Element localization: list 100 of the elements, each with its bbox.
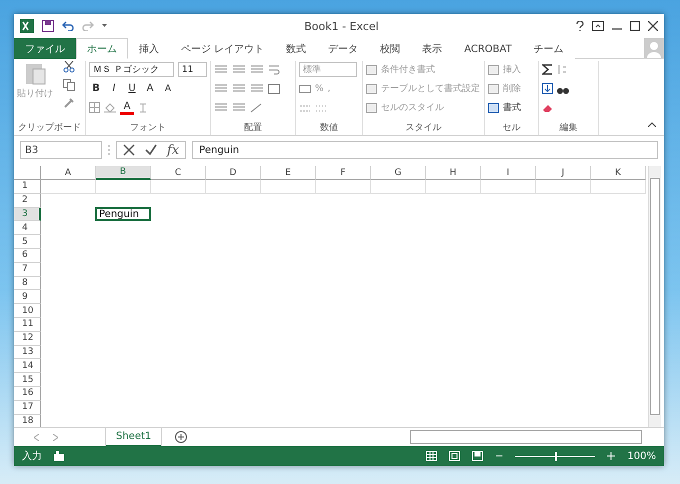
collapse-ribbon-icon[interactable]	[648, 122, 656, 127]
row-header[interactable]: 4	[14, 221, 41, 236]
zoom-thumb[interactable]	[555, 452, 558, 460]
align-bottom-icon[interactable]	[250, 64, 264, 74]
insert-function-button[interactable]: fx	[167, 142, 180, 158]
increase-decimal-icon[interactable]	[299, 102, 311, 112]
cells-icon[interactable]	[488, 84, 499, 94]
row-header[interactable]: 5	[14, 235, 41, 249]
help-icon[interactable]	[576, 21, 584, 31]
undo-icon[interactable]	[62, 21, 74, 31]
column-header[interactable]: D	[206, 166, 261, 180]
vertical-scrollbar[interactable]	[648, 166, 661, 427]
row-header[interactable]: 10	[14, 304, 41, 318]
column-header[interactable]: A	[41, 166, 96, 180]
sheet-tab[interactable]: Sheet1	[106, 428, 162, 446]
zoom-out-button[interactable]: −	[495, 450, 504, 462]
horizontal-scrollbar[interactable]	[410, 430, 642, 444]
row-header[interactable]: 3	[14, 208, 41, 222]
row-header[interactable]: 15	[14, 373, 41, 387]
row-header[interactable]: 12	[14, 332, 41, 346]
file-tab[interactable]: ファイル	[14, 38, 76, 59]
ribbon-tab[interactable]: ホーム	[76, 38, 128, 59]
italic-button[interactable]: I	[107, 83, 121, 94]
cells-icon[interactable]	[488, 64, 499, 74]
row-header[interactable]: 6	[14, 248, 41, 263]
align-left-icon[interactable]	[214, 84, 228, 94]
group-label: スタイル	[404, 122, 442, 135]
borders-icon[interactable]	[89, 102, 100, 113]
eraser-icon[interactable]	[542, 102, 554, 112]
column-header[interactable]: K	[591, 166, 646, 180]
zoom-in-icon[interactable]	[607, 452, 616, 460]
scroll-left-icon[interactable]	[34, 434, 39, 440]
paste-clipboard-icon[interactable]	[24, 61, 46, 85]
row-header[interactable]: 16	[14, 386, 41, 401]
merge-cells-icon[interactable]	[268, 84, 280, 94]
excel-logo-icon[interactable]	[20, 19, 34, 33]
orientation-icon[interactable]	[250, 102, 262, 112]
formula-field[interactable]: Penguin	[192, 141, 658, 159]
normal-view-icon[interactable]	[426, 451, 438, 461]
grow-font-button[interactable]: A	[143, 83, 157, 94]
row-header[interactable]: 2	[14, 194, 41, 208]
cells-icon[interactable]	[488, 102, 499, 112]
fill-bucket-icon[interactable]	[104, 102, 116, 113]
align-middle-icon[interactable]	[232, 64, 246, 74]
cancel-icon[interactable]	[123, 144, 135, 156]
row-header[interactable]: 9	[14, 290, 41, 304]
fill-down-icon[interactable]	[542, 83, 553, 94]
align-center-icon[interactable]	[232, 84, 246, 94]
row-header[interactable]: 18	[14, 414, 41, 427]
page-break-icon[interactable]	[472, 451, 484, 461]
redo-icon[interactable]	[82, 21, 94, 31]
copy-icon[interactable]	[63, 79, 75, 91]
font-size-field[interactable]: 11	[178, 62, 207, 77]
underline-button[interactable]: U	[125, 83, 139, 94]
row-header[interactable]: 11	[14, 318, 41, 332]
scissors-icon[interactable]	[63, 61, 75, 73]
increase-indent-icon[interactable]	[232, 102, 246, 112]
close-icon[interactable]	[648, 21, 658, 31]
name-box[interactable]: B3	[20, 141, 102, 159]
decrease-decimal-icon[interactable]	[315, 102, 327, 112]
row-header[interactable]: 17	[14, 400, 41, 415]
shrink-font-button[interactable]: A	[161, 84, 175, 94]
scroll-right-icon[interactable]	[53, 434, 58, 440]
row-header[interactable]: 8	[14, 276, 41, 290]
row-header[interactable]: 13	[14, 346, 41, 360]
sum-icon[interactable]	[542, 64, 553, 75]
page-layout-icon[interactable]	[449, 451, 460, 461]
font-color-button[interactable]: A	[120, 100, 134, 114]
style-icon[interactable]	[366, 64, 377, 74]
active-cell[interactable]: Penguin	[95, 206, 151, 222]
style-icon[interactable]	[366, 102, 377, 112]
column-header[interactable]: J	[536, 166, 591, 180]
add-sheet-icon[interactable]	[175, 431, 188, 443]
format-painter-icon[interactable]	[63, 97, 75, 109]
column-header[interactable]: B	[96, 166, 151, 180]
ribbon-display-icon[interactable]	[592, 21, 604, 31]
macro-record-icon[interactable]	[54, 451, 64, 461]
row-header[interactable]: 7	[14, 262, 41, 277]
cells-command[interactable]: 書式	[503, 101, 521, 114]
enter-icon[interactable]	[145, 144, 157, 156]
row-header[interactable]: 1	[14, 180, 41, 194]
font-name-field[interactable]: ＭＳ Ｐゴシック	[89, 62, 174, 77]
column-header[interactable]: F	[316, 166, 371, 180]
style-icon[interactable]	[366, 84, 377, 94]
wrap-text-icon[interactable]	[268, 64, 280, 74]
maximize-icon[interactable]	[630, 21, 640, 31]
column-header[interactable]: C	[151, 166, 206, 180]
decrease-indent-icon[interactable]	[214, 102, 228, 112]
column-header[interactable]: G	[371, 166, 426, 180]
align-top-icon[interactable]	[214, 64, 228, 74]
currency-icon[interactable]	[299, 84, 311, 94]
bold-button[interactable]: B	[89, 83, 103, 94]
phonetic-icon[interactable]	[138, 102, 148, 113]
row-header[interactable]: 14	[14, 359, 41, 374]
column-header[interactable]: E	[261, 166, 316, 180]
align-right-icon[interactable]	[250, 84, 264, 94]
save-icon[interactable]	[42, 20, 54, 32]
column-header[interactable]: H	[426, 166, 481, 180]
column-header[interactable]: I	[481, 166, 536, 180]
zoom-level[interactable]: 100%	[627, 450, 656, 462]
